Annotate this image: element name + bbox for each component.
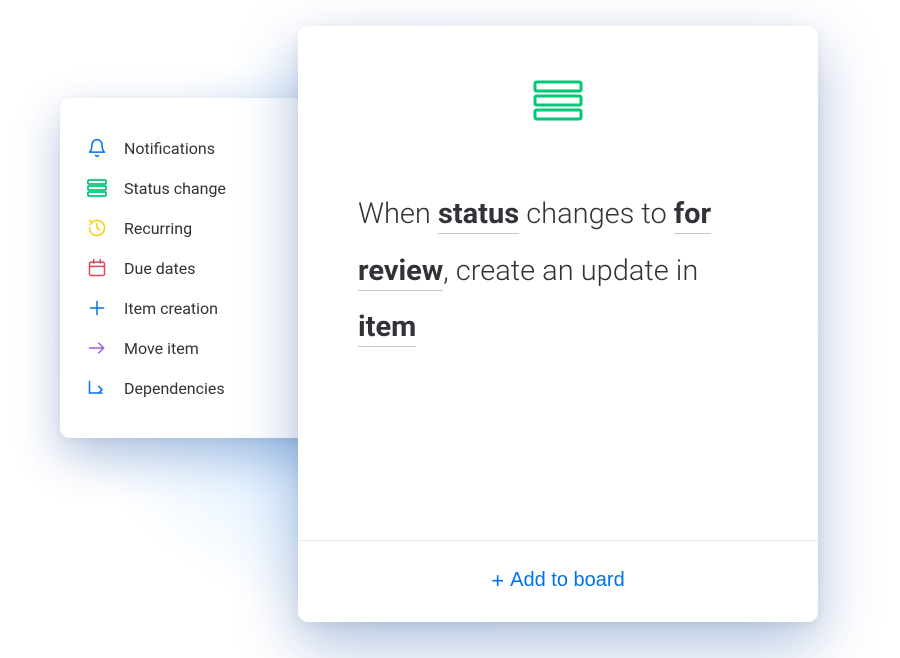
card-footer: + Add to board [298,540,818,622]
sidebar-item-notifications[interactable]: Notifications [86,128,294,168]
bell-icon [86,137,108,159]
sidebar-item-item-creation[interactable]: Item creation [86,288,294,328]
arrow-right-icon [86,337,108,359]
rule-text-part: When [358,197,438,231]
plus-icon [86,297,108,319]
rule-body: When status changes to for review, creat… [298,26,818,540]
plus-icon: + [491,570,504,592]
sidebar-item-dependencies[interactable]: Dependencies [86,368,294,408]
recurring-icon [86,217,108,239]
rule-sentence: When status changes to for review, creat… [358,186,758,356]
sidebar-item-move-item[interactable]: Move item [86,328,294,368]
automation-rule-card: When status changes to for review, creat… [298,26,818,622]
sidebar-item-status-change[interactable]: Status change [86,168,294,208]
sidebar-item-label: Status change [124,179,226,198]
automation-categories-sidebar: Notifications Status change Recurrin [60,98,320,438]
sidebar-item-due-dates[interactable]: Due dates [86,248,294,288]
add-to-board-label: Add to board [510,569,625,592]
sidebar-item-label: Item creation [124,299,218,318]
sidebar-item-recurring[interactable]: Recurring [86,208,294,248]
sidebar-item-label: Notifications [124,139,215,158]
dependencies-icon [86,377,108,399]
sidebar-item-label: Recurring [124,219,192,238]
add-to-board-button[interactable]: + Add to board [491,569,624,592]
rule-text-part: changes to [519,197,674,231]
status-bars-icon [533,80,583,126]
sidebar-item-label: Due dates [124,259,195,278]
rule-field-status[interactable]: status [438,197,519,234]
rule-text-part: , create an update in [443,254,698,288]
calendar-icon [86,257,108,279]
sidebar-item-label: Move item [124,339,199,358]
sidebar-item-label: Dependencies [124,379,225,398]
rule-field-target[interactable]: item [358,310,416,347]
status-bars-icon [86,177,108,199]
